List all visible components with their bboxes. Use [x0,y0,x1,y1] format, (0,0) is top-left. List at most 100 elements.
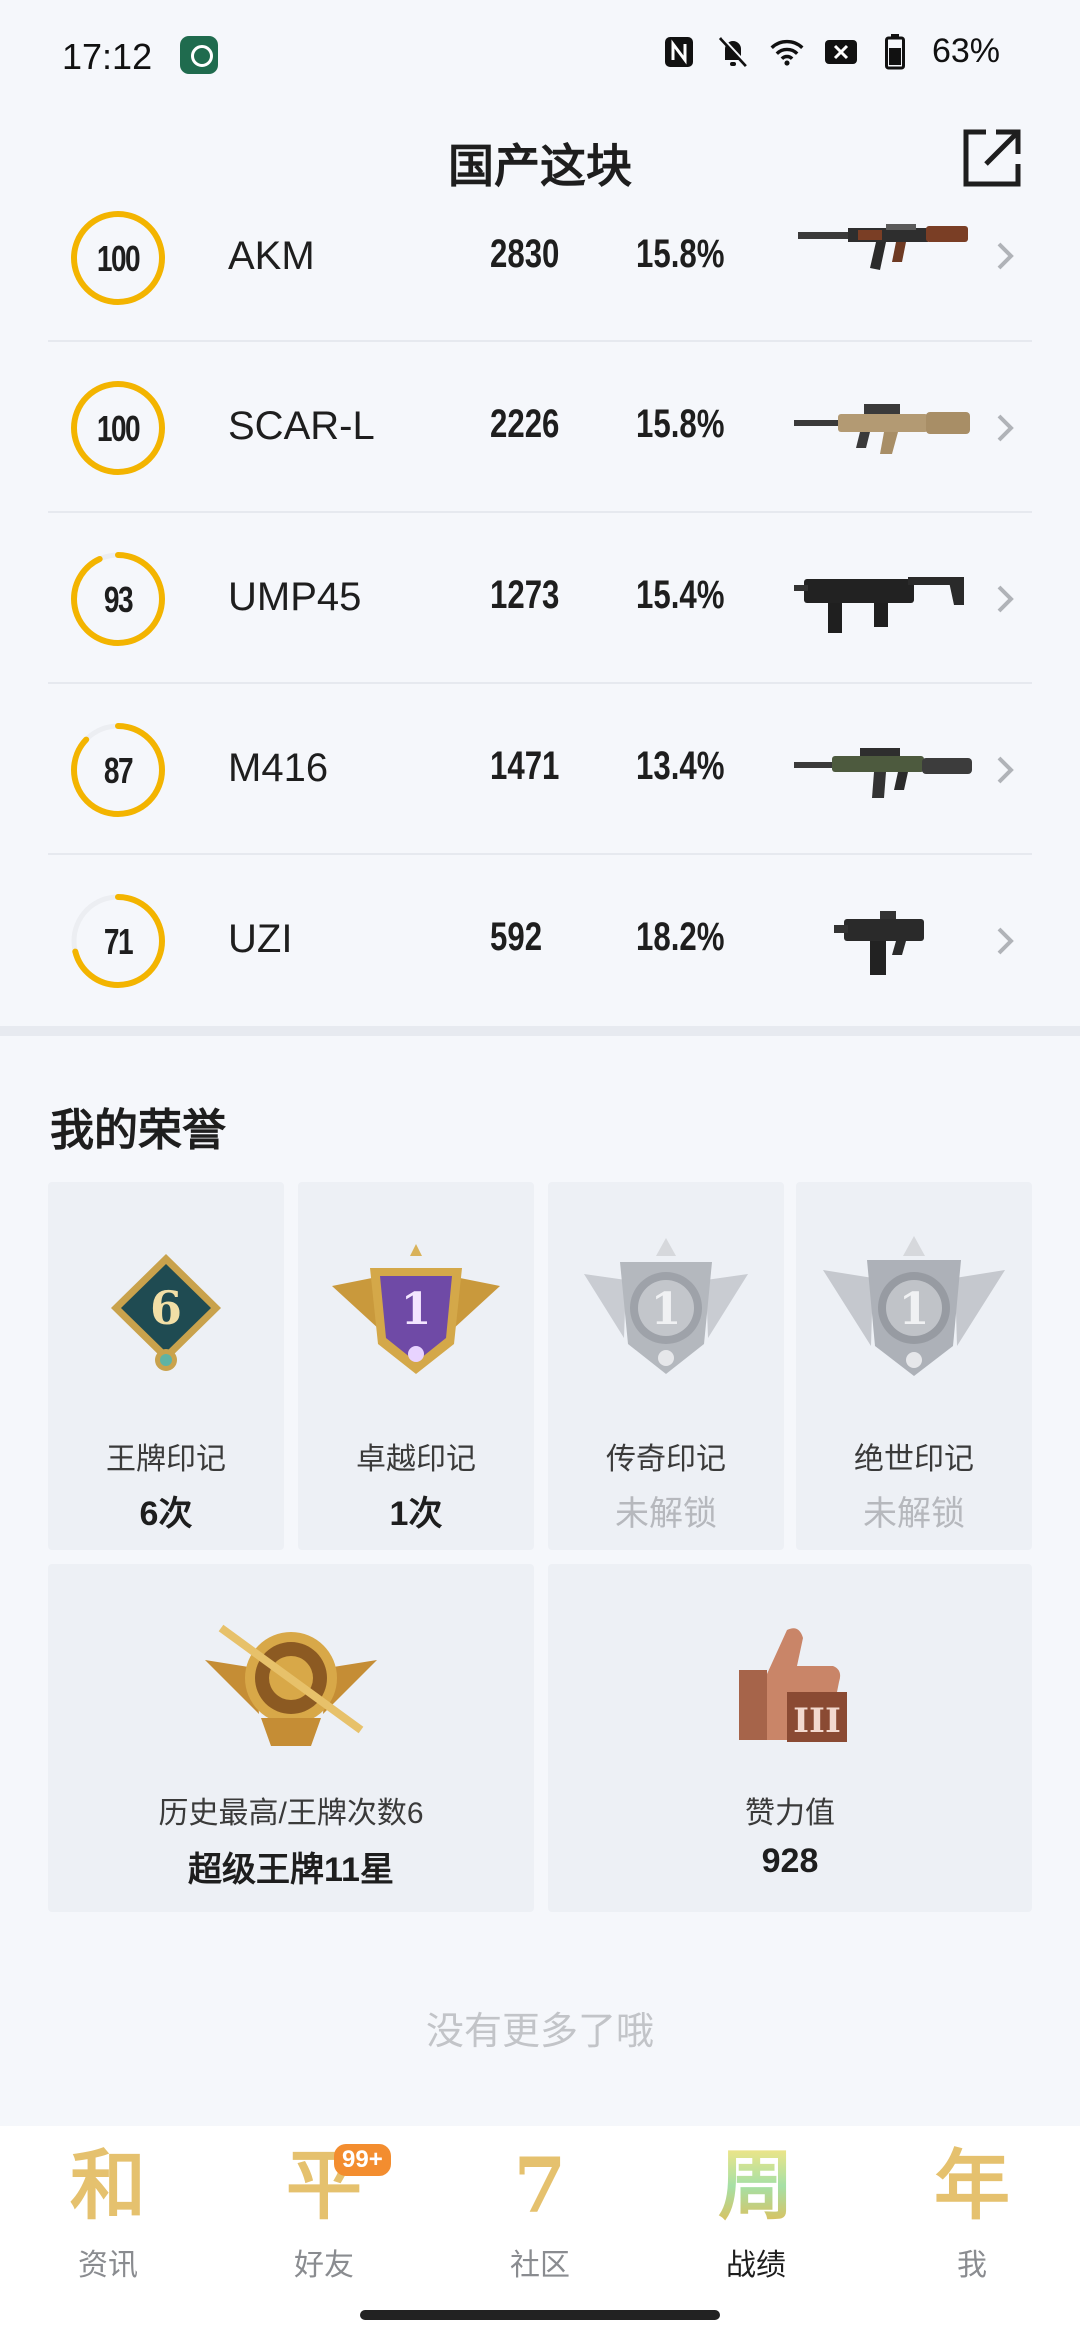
nav-label: 我 [957,2249,987,2282]
nav-item-me[interactable]: 年 我 [882,2140,1062,2284]
weapon-rate: 13.4% [636,744,725,788]
legend-mark-badge-locked: 1 [584,1238,748,1374]
sim-x-icon [824,33,858,71]
thumbs-up-badge-level: III [793,1701,841,1741]
status-icons: 63% [662,32,1000,71]
honor-label: 历史最高/王牌次数6 [158,1797,424,1830]
nav-label: 资讯 [78,2249,138,2282]
chevron-right-icon [997,756,1014,784]
weapon-row[interactable]: 100 AKM 2830 15.8% [48,196,1032,342]
nav-item-news[interactable]: 和 资讯 [18,2140,198,2284]
honors-title: 我的荣誉 [50,1106,226,1155]
akm-rifle-image [798,224,968,270]
honor-label: 传奇印记 [606,1443,726,1476]
honor-value-locked: 未解锁 [863,1495,965,1533]
nav-icon-seven: 7 [513,2141,567,2230]
status-bar: 17:12 63% [0,0,1080,110]
weapon-name: SCAR-L [228,404,375,448]
nav-icon-zhou: 周 [666,2140,846,2232]
weapon-name: AKM [228,234,315,278]
bottom-nav: 和 资讯 平 99+ 好友 7 社区 周 战绩 年 我 [0,2126,1080,2340]
peerless-mark-badge-locked: 1 [823,1236,1005,1376]
score-value: 71 [103,921,134,962]
battery-icon [878,33,912,71]
honor-card-excellence[interactable]: 1 卓越印记 1次 [298,1182,534,1550]
score-value: 93 [103,579,134,620]
weapon-kill-count: 592 [490,915,543,959]
uzi-smg-image [834,911,924,975]
chevron-right-icon [997,585,1014,613]
nav-label: 社区 [510,2249,570,2282]
honor-label: 卓越印记 [356,1443,476,1476]
score-ring: 93 [70,551,166,647]
honor-card-peerless[interactable]: 1 绝世印记 未解锁 [796,1182,1032,1550]
highest-rank-badge [205,1624,377,1746]
friends-count-badge: 99+ [334,2144,391,2176]
honor-value-locked: 未解锁 [615,1495,717,1533]
weapon-rate: 15.4% [636,573,725,617]
honor-label: 赞力值 [745,1797,835,1830]
honor-value: 6次 [139,1495,193,1533]
section-divider [0,1026,1080,1036]
weapon-row[interactable]: 71 UZI 592 18.2% [48,855,1032,1026]
weapon-rate: 18.2% [636,915,725,959]
weapon-kill-count: 1471 [490,744,560,788]
weapon-kill-count: 2830 [490,232,560,276]
weapon-kill-count: 2226 [490,402,560,446]
nav-item-record[interactable]: 周 战绩 [666,2140,846,2284]
honor-value: 超级王牌11星 [188,1851,394,1889]
nav-label: 战绩 [726,2249,786,2282]
weapon-kill-count: 1273 [490,573,560,617]
nav-item-friends[interactable]: 平 99+ 好友 [234,2140,414,2284]
no-more-text: 没有更多了哦 [425,2011,654,2053]
honor-label: 绝世印记 [854,1443,974,1476]
home-indicator[interactable] [360,2310,720,2320]
weapon-name: UZI [228,917,293,961]
excellence-mark-badge-number: 1 [401,1284,432,1335]
honor-card-ace[interactable]: 6 王牌印记 6次 [48,1182,284,1550]
honor-card-legend[interactable]: 1 传奇印记 未解锁 [548,1182,784,1550]
honor-label: 王牌印记 [106,1443,226,1476]
m416-rifle-image [794,748,972,798]
scar-l-rifle-image [794,404,970,454]
weapon-name: UMP45 [228,575,362,619]
weapon-row[interactable]: 93 UMP45 1273 15.4% [48,513,1032,684]
score-ring: 100 [70,210,166,306]
weapon-list: 100 AKM 2830 15.8% 100 SCAR-L 2226 15.8%… [48,196,1032,1026]
weapon-name: M416 [228,746,329,790]
honor-value: 928 [761,1842,819,1880]
battery-percent: 63% [931,32,1000,70]
honor-card-likes[interactable]: III 赞力值 928 [548,1564,1032,1912]
status-time: 17:12 [62,36,153,77]
excellence-mark-badge: 1 [332,1244,500,1374]
honor-card-highest-rank[interactable]: 历史最高/王牌次数6 超级王牌11星 [48,1564,534,1912]
score-ring: 71 [70,893,166,989]
weapon-rate: 15.8% [636,402,725,446]
nav-icon-nian: 年 [934,2141,1010,2230]
nav-item-community[interactable]: 7 社区 [450,2140,630,2284]
score-value: 100 [96,408,141,449]
score-value: 100 [96,238,141,279]
external-share-icon[interactable] [956,122,1028,194]
weapon-row[interactable]: 87 M416 1471 13.4% [48,684,1032,855]
app-notification-icon [180,36,218,74]
mute-bell-icon [716,33,750,71]
chevron-right-icon [997,242,1014,270]
nfc-icon [662,33,696,71]
honor-value: 1次 [389,1495,443,1533]
chevron-right-icon [997,927,1014,955]
weapon-rate: 15.8% [636,232,725,276]
ump45-smg-image [794,577,964,633]
chevron-right-icon [997,414,1014,442]
ace-mark-badge-number: 6 [150,1281,182,1335]
legend-mark-badge-number: 1 [651,1284,682,1335]
score-value: 87 [103,750,134,791]
page-title: 国产这块 [448,140,632,192]
score-ring: 87 [70,722,166,818]
peerless-mark-badge-number: 1 [899,1284,930,1335]
nav-icon-he: 和 [70,2141,146,2230]
weapon-row[interactable]: 100 SCAR-L 2226 15.8% [48,342,1032,513]
nav-label: 好友 [294,2249,354,2282]
thumbs-up-badge: III [739,1628,847,1742]
score-ring: 100 [70,380,166,476]
